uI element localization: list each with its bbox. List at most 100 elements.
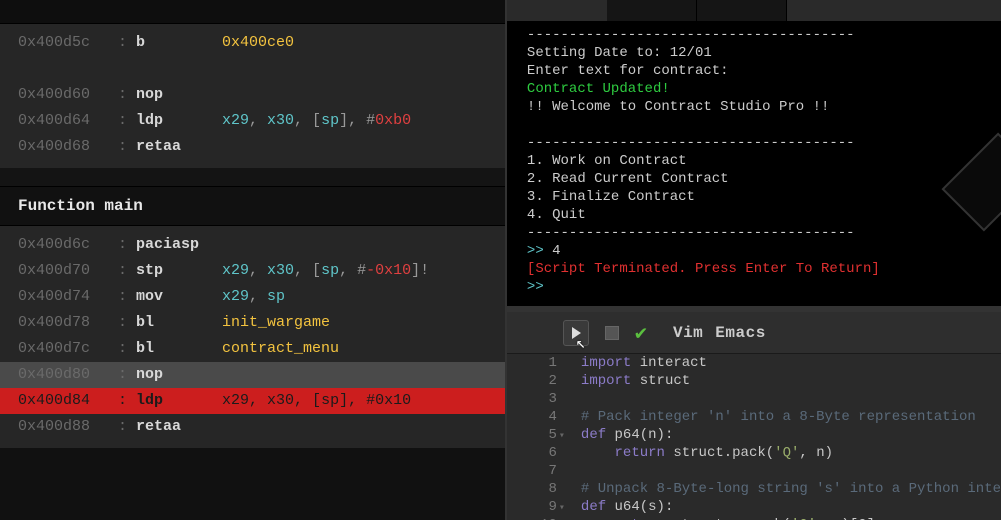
code-line[interactable]: 4# Pack integer 'n' into a 8-Byte repres… xyxy=(507,408,1001,426)
code-text: # Unpack 8-Byte-long string 's' into a P… xyxy=(563,480,1001,498)
disasm-block-top[interactable]: 0x400d5c:b0x400ce0 0x400d60:nop0x400d64:… xyxy=(0,24,505,168)
mnemonic: paciasp xyxy=(136,234,222,256)
terminal-line: Enter text for contract: xyxy=(527,62,991,80)
terminal-line: --------------------------------------- xyxy=(527,134,991,152)
address: 0x400d80 xyxy=(18,364,118,386)
operands: contract_menu xyxy=(222,338,505,360)
operands: x29, x30, [sp, #-0x10]! xyxy=(222,260,505,282)
operands xyxy=(222,234,505,256)
terminal-line: 2. Read Current Contract xyxy=(527,170,991,188)
instruction-row[interactable]: 0x400d64:ldpx29, x30, [sp], #0xb0 xyxy=(0,108,505,134)
mnemonic: ldp xyxy=(136,390,222,412)
mnemonic: mov xyxy=(136,286,222,308)
stop-button[interactable] xyxy=(605,326,619,340)
mnemonic: ldp xyxy=(136,110,222,132)
address: 0x400d74 xyxy=(18,286,118,308)
operands xyxy=(222,84,505,106)
terminal-line: 1. Work on Contract xyxy=(527,152,991,170)
address: 0x400d64 xyxy=(18,110,118,132)
terminal-line: 4. Quit xyxy=(527,206,991,224)
terminal-tab[interactable] xyxy=(607,0,697,21)
line-number: 3 xyxy=(507,390,563,408)
code-text: def u64(s): xyxy=(563,498,673,516)
mnemonic: nop xyxy=(136,364,222,386)
operands xyxy=(222,416,505,438)
code-line[interactable]: 8# Unpack 8-Byte-long string 's' into a … xyxy=(507,480,1001,498)
editor-vim-label[interactable]: Vim xyxy=(673,324,703,342)
code-text: import interact xyxy=(563,354,707,372)
line-number: 1 xyxy=(507,354,563,372)
terminal-tab-bar xyxy=(507,0,1001,22)
mnemonic: nop xyxy=(136,84,222,106)
terminal-output[interactable]: ---------------------------------------S… xyxy=(507,22,1001,306)
disassembly-pane: 0x400d5c:b0x400ce0 0x400d60:nop0x400d64:… xyxy=(0,0,507,520)
code-text: return struct.unpack('Q', s)[0] xyxy=(563,516,875,520)
code-line[interactable]: 6 return struct.pack('Q', n) xyxy=(507,444,1001,462)
instruction-row[interactable]: 0x400d5c:b0x400ce0 xyxy=(0,30,505,56)
mnemonic: b xyxy=(136,32,222,54)
address: 0x400d6c xyxy=(18,234,118,256)
code-line[interactable]: 3 xyxy=(507,390,1001,408)
terminal-line: --------------------------------------- xyxy=(527,26,991,44)
line-number: 9▾ xyxy=(507,498,563,516)
run-button[interactable]: ↖ xyxy=(563,320,589,346)
address: 0x400d68 xyxy=(18,136,118,158)
editor-emacs-label[interactable]: Emacs xyxy=(715,324,766,342)
left-bottom-area xyxy=(0,448,505,520)
instruction-row[interactable]: 0x400d6c:paciasp xyxy=(0,232,505,258)
instruction-row[interactable]: 0x400d88:retaa xyxy=(0,414,505,440)
mnemonic: bl xyxy=(136,312,222,334)
function-header: Function main xyxy=(0,186,505,226)
terminal-tab[interactable] xyxy=(697,0,787,21)
check-icon: ✔ xyxy=(635,320,647,346)
line-number: 10 xyxy=(507,516,563,520)
code-text: # Pack integer 'n' into a 8-Byte represe… xyxy=(563,408,976,426)
instruction-row[interactable]: 0x400d84:ldpx29, x30, [sp], #0x10 xyxy=(0,388,505,414)
block-gap xyxy=(0,168,505,186)
operands: x29, x30, [sp], #0xb0 xyxy=(222,110,505,132)
line-number: 4 xyxy=(507,408,563,426)
address: 0x400d78 xyxy=(18,312,118,334)
terminal-line: --------------------------------------- xyxy=(527,224,991,242)
mnemonic: retaa xyxy=(136,136,222,158)
instruction-row[interactable]: 0x400d60:nop xyxy=(0,82,505,108)
line-number: 5▾ xyxy=(507,426,563,444)
operands: x29, sp xyxy=(222,286,505,308)
instruction-row[interactable]: 0x400d78:blinit_wargame xyxy=(0,310,505,336)
code-line[interactable]: 10 return struct.unpack('Q', s)[0] xyxy=(507,516,1001,520)
instruction-row[interactable]: 0x400d68:retaa xyxy=(0,134,505,160)
line-number: 7 xyxy=(507,462,563,480)
address: 0x400d5c xyxy=(18,32,118,54)
mnemonic: bl xyxy=(136,338,222,360)
line-number: 2 xyxy=(507,372,563,390)
code-text xyxy=(563,390,589,408)
operands: init_wargame xyxy=(222,312,505,334)
operands xyxy=(222,136,505,158)
code-text: import struct xyxy=(563,372,690,390)
terminal-line: 3. Finalize Contract xyxy=(527,188,991,206)
mnemonic: stp xyxy=(136,260,222,282)
code-line[interactable]: 7 xyxy=(507,462,1001,480)
instruction-row[interactable]: 0x400d70:stpx29, x30, [sp, #-0x10]! xyxy=(0,258,505,284)
disasm-block-main[interactable]: 0x400d6c:paciasp0x400d70:stpx29, x30, [s… xyxy=(0,226,505,448)
code-line[interactable]: 1import interact xyxy=(507,354,1001,372)
stop-icon xyxy=(605,326,619,340)
code-text: def p64(n): xyxy=(563,426,673,444)
instruction-row[interactable]: 0x400d7c:blcontract_menu xyxy=(0,336,505,362)
terminal-line xyxy=(527,116,991,134)
line-number: 8 xyxy=(507,480,563,498)
address: 0x400d88 xyxy=(18,416,118,438)
mnemonic: retaa xyxy=(136,416,222,438)
address: 0x400d7c xyxy=(18,338,118,360)
line-number: 6 xyxy=(507,444,563,462)
code-line[interactable]: 5▾def p64(n): xyxy=(507,426,1001,444)
terminal-line: >> xyxy=(527,278,991,296)
instruction-row[interactable]: 0x400d74:movx29, sp xyxy=(0,284,505,310)
instruction-row[interactable]: 0x400d80:nop xyxy=(0,362,505,388)
address: 0x400d60 xyxy=(18,84,118,106)
operands xyxy=(222,364,505,386)
code-line[interactable]: 9▾def u64(s): xyxy=(507,498,1001,516)
code-text: return struct.pack('Q', n) xyxy=(563,444,833,462)
code-editor[interactable]: 1import interact2import struct3 4# Pack … xyxy=(507,354,1001,520)
code-line[interactable]: 2import struct xyxy=(507,372,1001,390)
